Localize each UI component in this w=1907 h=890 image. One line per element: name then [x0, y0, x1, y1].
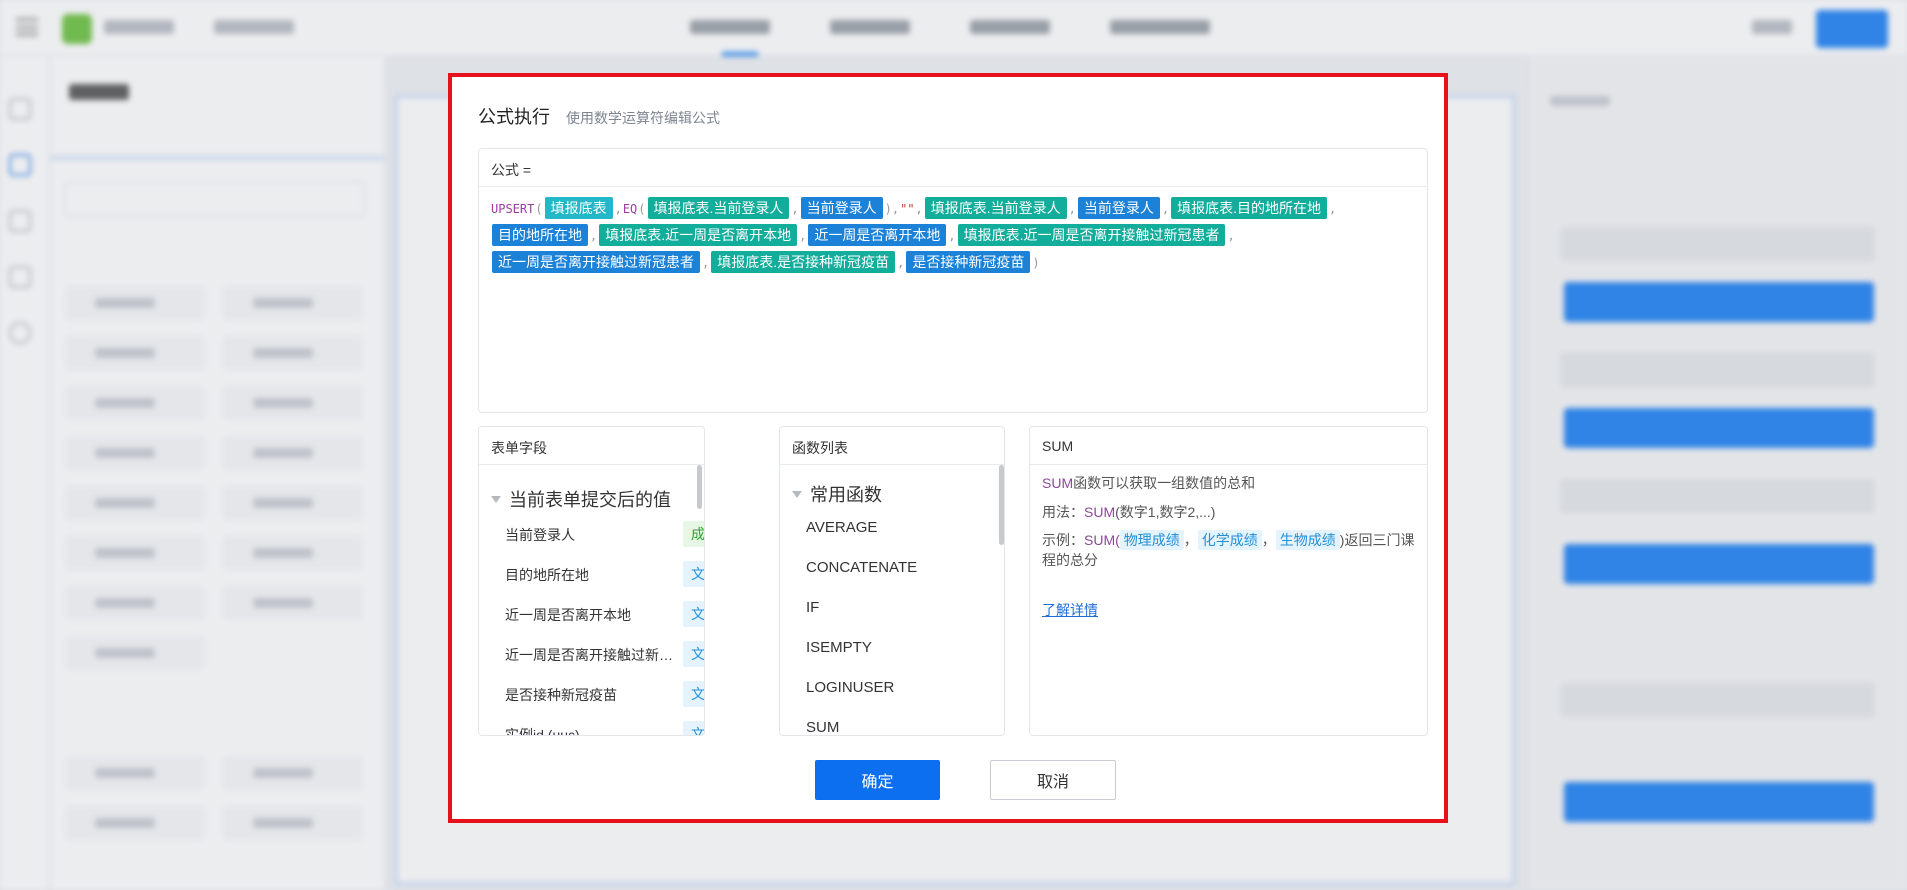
field-item[interactable]: 目的地所在地 文本 [505, 557, 704, 590]
function-item[interactable]: SUM [806, 719, 839, 735]
example-chip: 生物成绩 [1275, 530, 1340, 550]
field-type-badge: 文本 [683, 601, 704, 627]
functions-group[interactable]: 常用函数 [792, 481, 882, 507]
caret-down-icon [792, 491, 802, 498]
field-name: 近一周是否离开本地 [505, 607, 631, 623]
usage-label: 用法： [1042, 504, 1084, 520]
dialog-subtitle: 使用数学运算符编辑公式 [566, 110, 720, 126]
formula-token[interactable]: 填报底表.近一周是否离开接触过新冠患者 [957, 224, 1226, 246]
formula-dialog: 公式执行 使用数学运算符编辑公式 公式 = UPSERT(填报底表 ,EQ(填报底… [448, 73, 1448, 823]
formula-token[interactable]: 当前登录人 [1077, 197, 1160, 219]
functions-group-label: 常用函数 [810, 485, 882, 505]
doc-keyword: SUM [1042, 475, 1074, 491]
function-item[interactable]: ISEMPTY [806, 639, 872, 656]
field-type-badge: 文本 [683, 561, 704, 587]
formula-string: "" [900, 202, 915, 216]
doc-desc-text: 函数可以获取一组数值的总和 [1073, 475, 1256, 491]
learn-more-link[interactable]: 了解详情 [1042, 600, 1098, 620]
formula-content[interactable]: UPSERT(填报底表 ,EQ(填报底表.当前登录人, 当前登录人),"", 填报底表… [479, 187, 1427, 286]
field-item[interactable]: 是否接种新冠疫苗 文本 [505, 677, 704, 710]
formula-label: 公式 = [479, 149, 1427, 187]
field-item[interactable]: 当前登录人 成员 [505, 517, 704, 550]
cancel-button[interactable]: 取消 [990, 760, 1116, 800]
function-item[interactable]: AVERAGE [806, 519, 877, 536]
function-list-panel: 函数列表 常用函数 AVERAGE CONCATENATE IF ISEMPTY… [779, 426, 1005, 736]
field-type-badge: 文本 [683, 681, 704, 707]
function-item[interactable]: LOGINUSER [806, 679, 894, 696]
formula-token[interactable]: 填报底表.当前登录人 [924, 197, 1067, 219]
caret-down-icon [491, 496, 501, 503]
fields-scrollbar[interactable] [697, 465, 702, 509]
formula-token[interactable]: 填报底表 [544, 197, 613, 219]
formula-token[interactable]: 填报底表.目的地所在地 [1171, 197, 1328, 219]
field-type-badge: 文本 [683, 641, 704, 667]
field-type-badge: 成员 [683, 521, 704, 547]
example-chip: 化学成绩 [1197, 530, 1262, 550]
function-doc-panel: SUM SUM函数可以获取一组数值的总和 用法：SUM(数字1,数字2,...)… [1029, 426, 1428, 736]
example-keyword: SUM( [1084, 532, 1120, 548]
function-item[interactable]: CONCATENATE [806, 559, 917, 576]
field-type-badge: 文本 [683, 721, 704, 735]
doc-example: 示例：SUM(物理成绩，化学成绩，生物成绩)返回三门课程的总分 [1042, 530, 1415, 568]
field-name: 当前登录人 [505, 527, 575, 543]
formula-token[interactable]: 目的地所在地 [492, 224, 588, 246]
field-name: 近一周是否离开接触过新… [505, 647, 673, 663]
example-label: 示例： [1042, 532, 1084, 548]
dialog-title: 公式执行 [478, 107, 550, 127]
field-item[interactable]: 实例id (uuc) 文本 [505, 717, 704, 736]
fields-group-label: 当前表单提交后的值 [509, 490, 671, 510]
formula-token[interactable]: 近一周是否离开接触过新冠患者 [492, 251, 700, 273]
fn-eq: EQ [622, 202, 638, 216]
usage-args: (数字1,数字2,...) [1115, 504, 1216, 520]
functions-panel-title: 函数列表 [780, 427, 1004, 465]
formula-token[interactable]: 是否接种新冠疫苗 [906, 251, 1031, 273]
fields-panel-title: 表单字段 [479, 427, 704, 465]
doc-description: SUM函数可以获取一组数值的总和 [1042, 473, 1255, 493]
field-item[interactable]: 近一周是否离开本地 文本 [505, 597, 704, 630]
formula-editor[interactable]: 公式 = UPSERT(填报底表 ,EQ(填报底表.当前登录人, 当前登录人),""… [478, 148, 1428, 413]
fn-upsert: UPSERT [491, 202, 535, 216]
functions-scrollbar[interactable] [999, 465, 1004, 545]
field-name: 实例id (uuc) [505, 727, 580, 736]
formula-token[interactable]: 填报底表.近一周是否离开本地 [599, 224, 798, 246]
formula-token[interactable]: 填报底表.当前登录人 [647, 197, 790, 219]
field-item[interactable]: 近一周是否离开接触过新… 文本 [505, 637, 704, 670]
doc-usage: 用法：SUM(数字1,数字2,...) [1042, 502, 1215, 522]
form-fields-panel: 表单字段 当前表单提交后的值 当前登录人 成员 目的地所在地 文本 近一周是否离… [478, 426, 705, 736]
formula-token[interactable]: 当前登录人 [800, 197, 883, 219]
function-item[interactable]: IF [806, 599, 819, 616]
formula-token[interactable]: 近一周是否离开本地 [808, 224, 947, 246]
formula-token[interactable]: 填报底表.是否接种新冠疫苗 [711, 251, 896, 273]
fields-group[interactable]: 当前表单提交后的值 [491, 486, 671, 512]
doc-panel-title: SUM [1030, 427, 1427, 465]
field-name: 目的地所在地 [505, 567, 589, 583]
usage-keyword: SUM [1084, 504, 1116, 520]
example-chip: 物理成绩 [1119, 530, 1184, 550]
confirm-button[interactable]: 确定 [815, 760, 940, 800]
field-name: 是否接种新冠疫苗 [505, 687, 617, 703]
